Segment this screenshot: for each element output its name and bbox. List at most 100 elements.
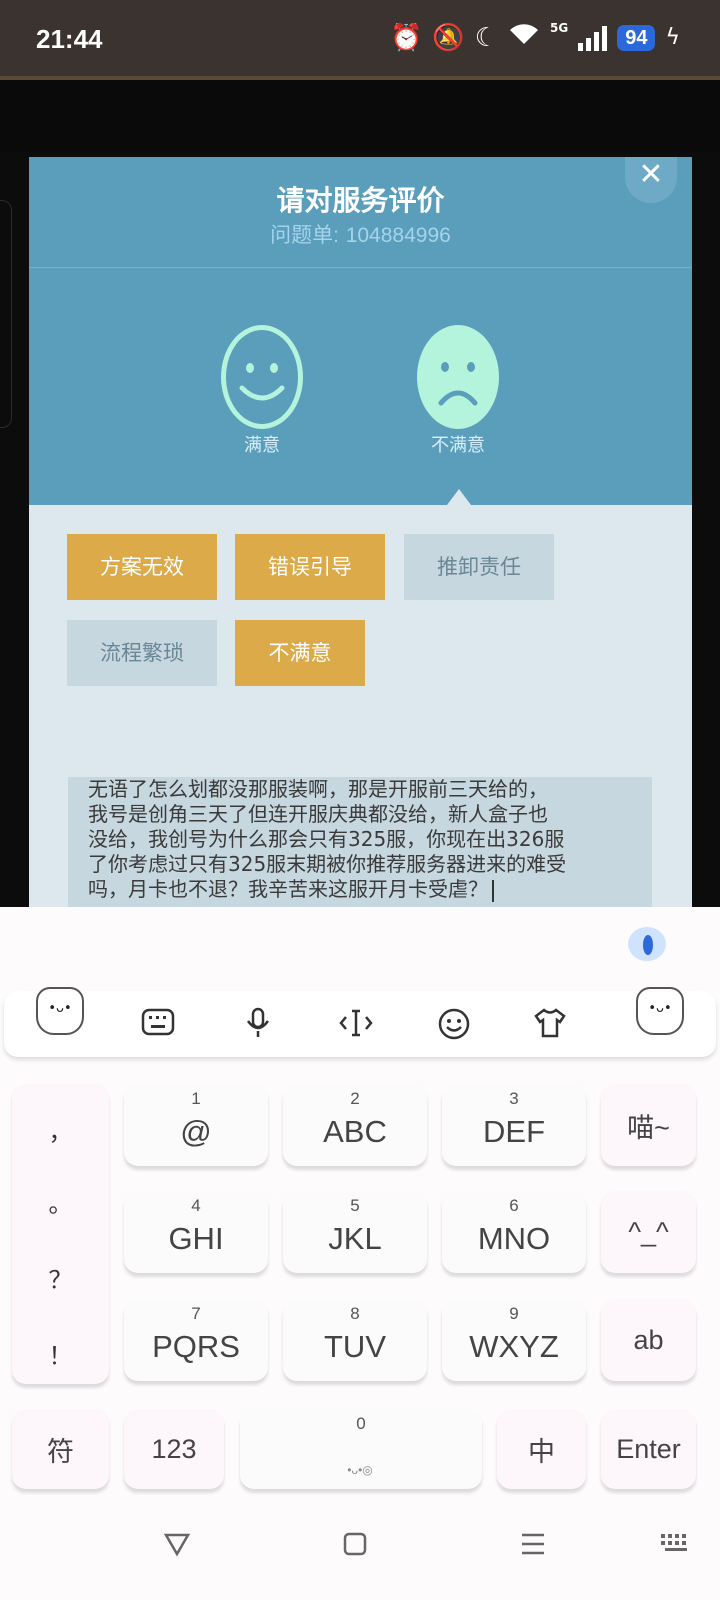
key-4[interactable]: 4 GHI — [124, 1191, 268, 1273]
key-number: 5 — [350, 1196, 360, 1215]
key-9[interactable]: 9 WXYZ — [442, 1299, 586, 1381]
key-7[interactable]: 7 PQRS — [124, 1299, 268, 1381]
moon-icon: ☾ — [474, 22, 499, 53]
key-3[interactable]: 3 DEF — [442, 1084, 586, 1166]
text-cursor — [492, 879, 494, 902]
sad-face-icon — [438, 362, 478, 406]
header-divider — [29, 267, 692, 268]
exclaim-key[interactable]: ！ — [12, 1336, 109, 1371]
mascot-right-icon — [636, 987, 684, 1035]
key-number: 0 — [356, 1414, 366, 1433]
enter-key[interactable]: Enter — [601, 1409, 696, 1489]
chinese-toggle-key[interactable]: 中 — [497, 1409, 586, 1489]
unsatisfied-button[interactable] — [417, 325, 499, 429]
symbols-key[interactable]: 符 — [12, 1409, 109, 1489]
feedback-textarea[interactable]: 无语了怎么划都没那服装啊，那是开服前三天给的， 我号是创角三天了但连开服庆典都没… — [68, 777, 652, 907]
unsatisfied-label: 不满意 — [431, 435, 485, 456]
feedback-line-text: 吗，月卡也不退？我辛苦来这服开月卡受虐？ — [88, 877, 488, 901]
tag-misleading-guidance[interactable]: 错误引导 — [235, 534, 385, 600]
keyboard-toolbar — [4, 991, 716, 1057]
key-number: 9 — [509, 1304, 519, 1323]
period-key[interactable]: 。 — [12, 1184, 109, 1219]
key-label: @ — [180, 1114, 212, 1149]
key-label: MNO — [477, 1221, 551, 1256]
feedback-line: 无语了怎么划都没那服装啊，那是开服前三天给的， — [88, 777, 548, 801]
key-number: 3 — [509, 1089, 519, 1108]
mute-icon: 🔕 — [432, 22, 465, 53]
key-6[interactable]: 6 MNO — [442, 1191, 586, 1273]
selection-pointer — [447, 489, 471, 505]
menu-icon[interactable] — [508, 1530, 558, 1566]
kaomoji-key[interactable]: ^_^ — [601, 1191, 696, 1273]
key-number: 6 — [509, 1196, 519, 1215]
ab-key[interactable]: ab — [601, 1299, 696, 1381]
key-5[interactable]: 5 JKL — [283, 1191, 427, 1273]
status-time: 21:44 — [36, 24, 103, 54]
key-label: PQRS — [152, 1329, 240, 1364]
key-number: 2 — [350, 1089, 360, 1108]
emoji-icon[interactable] — [434, 1007, 474, 1048]
space-key[interactable]: 0 •ᴗ•◎ — [240, 1409, 482, 1489]
feedback-line-last: 吗，月卡也不退？我辛苦来这服开月卡受虐？ — [88, 877, 632, 902]
comma-key[interactable]: ， — [12, 1112, 109, 1147]
key-label: 123 — [151, 1433, 197, 1464]
ticket-label: 问题单: — [270, 224, 340, 247]
key-label: 喵~ — [627, 1112, 670, 1143]
wifi-icon — [508, 22, 540, 53]
assistant-icon[interactable] — [628, 927, 666, 961]
key-label: Enter — [616, 1433, 681, 1464]
key-number: 7 — [191, 1304, 201, 1323]
dialog-header: 请对服务评价 问题单: 104884996 ✕ 满意 不满意 — [29, 157, 692, 505]
microphone-icon[interactable] — [238, 1007, 278, 1046]
keyboard-layout-icon[interactable] — [138, 1007, 178, 1044]
smile-face-icon — [239, 363, 285, 401]
keyboard-hide-icon[interactable] — [651, 1530, 701, 1566]
key-label: ABC — [323, 1114, 387, 1149]
ticket-number: 104884996 — [345, 224, 451, 247]
satisfied-button[interactable] — [221, 325, 303, 429]
network-type: 5G — [550, 20, 569, 35]
ime-keyboard: ， 。 ？ ！ 1 @ 2 ABC 3 DEF 喵~ 4 GHI 5 JKL 6… — [0, 907, 720, 1510]
key-label: GHI — [168, 1221, 224, 1256]
status-bar: 21:44 ⏰ 🔕 ☾ 5G 94 ϟ — [0, 0, 720, 80]
battery-icon: 94 — [617, 24, 656, 51]
ticket-id: 问题单: 104884996 — [29, 219, 692, 249]
status-icons: ⏰ 🔕 ☾ 5G 94 ϟ — [389, 21, 680, 53]
back-icon[interactable] — [152, 1530, 202, 1566]
background-panel — [0, 200, 12, 428]
tag-unsatisfied[interactable]: 不满意 — [235, 620, 365, 686]
cursor-icon[interactable] — [336, 1007, 376, 1046]
mascot-left-icon — [36, 987, 84, 1035]
key-8[interactable]: 8 TUV — [283, 1299, 427, 1381]
alarm-icon: ⏰ — [389, 22, 423, 53]
tag-shirking-responsibility[interactable]: 推卸责任 — [404, 534, 554, 600]
feedback-line: 没给，我创号为什么那会只有325服，你现在出326服 — [88, 827, 565, 851]
key-2[interactable]: 2 ABC — [283, 1084, 427, 1166]
satisfied-label: 满意 — [244, 435, 280, 456]
numbers-key[interactable]: 123 — [124, 1409, 224, 1489]
charging-icon: ϟ — [665, 24, 680, 50]
signal-icon — [578, 25, 608, 51]
key-number: 8 — [350, 1304, 360, 1323]
key-label: WXYZ — [469, 1329, 559, 1364]
tag-ineffective-solution[interactable]: 方案无效 — [67, 534, 217, 600]
punctuation-column[interactable]: ， 。 ？ ！ — [12, 1084, 109, 1384]
key-label: ^_^ — [628, 1216, 669, 1247]
tag-cumbersome-process[interactable]: 流程繁琐 — [67, 620, 217, 686]
home-icon[interactable] — [330, 1530, 380, 1566]
key-label: 符 — [47, 1436, 74, 1467]
feedback-line: 了你考虑过只有325服末期被你推荐服务器进来的难受 — [88, 852, 567, 876]
key-label: DEF — [483, 1114, 545, 1149]
meow-key[interactable]: 喵~ — [601, 1084, 696, 1166]
question-key[interactable]: ？ — [12, 1260, 109, 1295]
key-1[interactable]: 1 @ — [124, 1084, 268, 1166]
feedback-line: 我号是创角三天了但连开服庆典都没给，新人盒子也 — [88, 802, 548, 826]
key-label: ab — [633, 1324, 664, 1355]
key-label: TUV — [324, 1329, 386, 1364]
background-header — [0, 80, 720, 152]
space-mascot-icon: •ᴗ•◎ — [347, 1463, 373, 1477]
skin-icon[interactable] — [530, 1007, 570, 1046]
key-label: JKL — [328, 1221, 382, 1256]
key-number: 4 — [191, 1196, 201, 1215]
dialog-title: 请对服务评价 — [276, 184, 445, 217]
